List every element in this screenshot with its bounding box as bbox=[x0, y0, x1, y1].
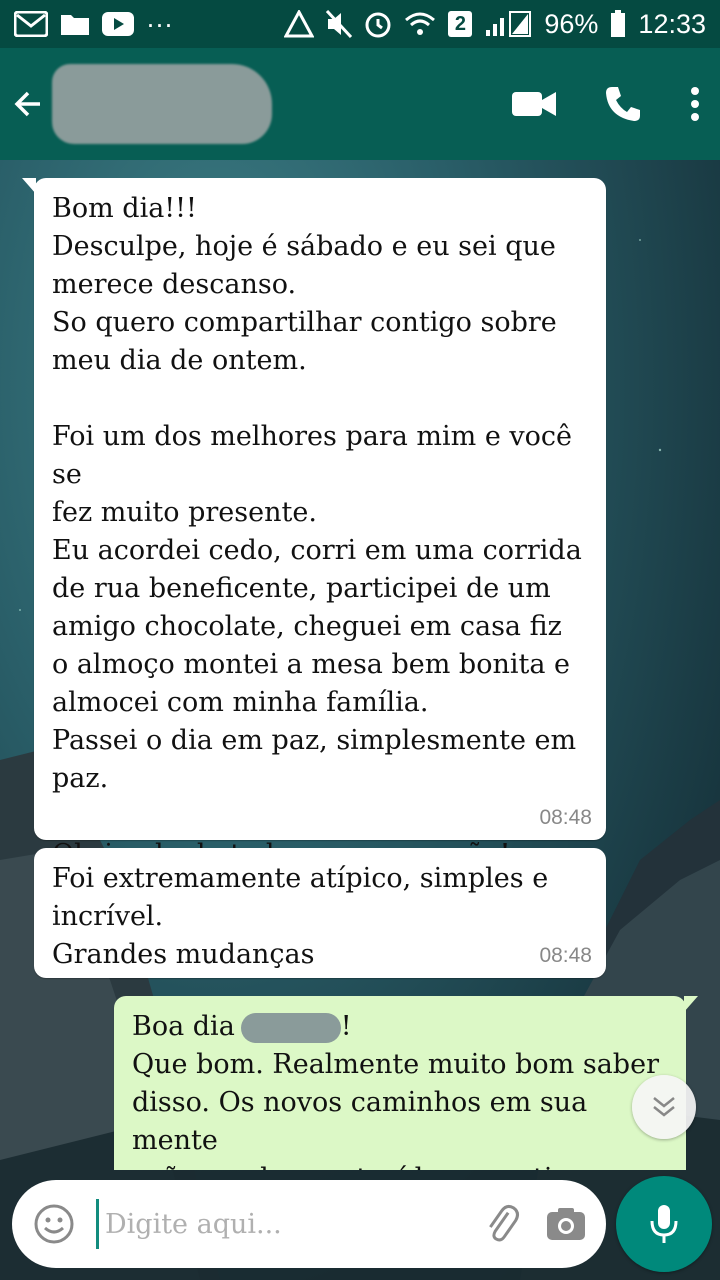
more-vert-icon bbox=[691, 87, 699, 121]
clock: 12:33 bbox=[638, 8, 706, 39]
header-actions bbox=[512, 85, 706, 123]
message-text: Foi extremamente atípico, simples e incr… bbox=[52, 863, 549, 970]
alarm-icon bbox=[364, 10, 392, 38]
more-options-button[interactable] bbox=[690, 86, 700, 122]
greeting-text: Boa dia bbox=[132, 1011, 235, 1042]
status-left: ··· bbox=[14, 9, 173, 40]
scroll-to-bottom-button[interactable] bbox=[632, 1075, 696, 1139]
camera-icon bbox=[547, 1208, 585, 1240]
message-bubble-incoming[interactable]: Bom dia!!! Desculpe, hoje é sábado e eu … bbox=[22, 178, 606, 870]
voice-record-button[interactable] bbox=[616, 1176, 712, 1272]
status-more: ··· bbox=[146, 8, 173, 39]
message-composer: Digite aqui... bbox=[12, 1180, 606, 1268]
bubble-tail bbox=[22, 178, 36, 194]
message-bubble-incoming[interactable]: Foi extremamente atípico, simples e incr… bbox=[34, 848, 606, 978]
emoji-button[interactable] bbox=[32, 1202, 76, 1246]
message-input-placeholder: Digite aqui... bbox=[105, 1208, 282, 1240]
message-time: 08:48 bbox=[539, 806, 592, 829]
voice-call-button[interactable] bbox=[604, 85, 642, 123]
message-list[interactable]: Bom dia!!! Desculpe, hoje é sábado e eu … bbox=[0, 160, 720, 1170]
microphone-icon bbox=[650, 1205, 678, 1243]
video-call-icon bbox=[512, 92, 556, 116]
greeting-suffix: ! bbox=[340, 1011, 352, 1042]
message-greeting: Boa dia! bbox=[132, 1008, 668, 1046]
gmail-icon bbox=[14, 11, 48, 37]
folder-icon bbox=[60, 12, 90, 36]
message-text: Que bom. Realmente muito bom saber disso… bbox=[132, 1049, 659, 1170]
message-time: 08:48 bbox=[539, 944, 592, 967]
youtube-icon bbox=[102, 12, 134, 36]
back-arrow-icon bbox=[14, 91, 40, 117]
back-button[interactable] bbox=[14, 74, 48, 134]
video-call-button[interactable] bbox=[512, 90, 556, 118]
message-bubble-outgoing[interactable]: Boa dia! Que bom. Realmente muito bom sa… bbox=[114, 996, 698, 1170]
attach-button[interactable] bbox=[480, 1202, 524, 1246]
message-text: Bom dia!!! Desculpe, hoje é sábado e eu … bbox=[52, 193, 582, 870]
message-input[interactable]: Digite aqui... bbox=[96, 1199, 458, 1249]
phone-icon bbox=[606, 87, 640, 121]
camera-button[interactable] bbox=[546, 1207, 586, 1241]
recycle-icon bbox=[284, 10, 315, 38]
signal-icon bbox=[484, 10, 532, 38]
sim-badge: 2 bbox=[448, 11, 473, 37]
wifi-icon bbox=[404, 11, 436, 37]
name-redacted bbox=[240, 1012, 341, 1043]
mute-icon bbox=[326, 10, 353, 38]
bubble-tail bbox=[684, 996, 698, 1012]
battery-icon bbox=[610, 10, 626, 38]
battery-percent: 96% bbox=[544, 8, 599, 39]
paperclip-icon bbox=[489, 1204, 519, 1242]
contact-name-redacted[interactable] bbox=[52, 64, 272, 144]
status-bar: ··· 2 96% 12:33 bbox=[0, 0, 720, 48]
double-chevron-down-icon bbox=[653, 1097, 675, 1117]
emoji-icon bbox=[34, 1204, 74, 1244]
status-right: 2 96% 12:33 bbox=[284, 9, 706, 40]
chat-header bbox=[0, 48, 720, 160]
